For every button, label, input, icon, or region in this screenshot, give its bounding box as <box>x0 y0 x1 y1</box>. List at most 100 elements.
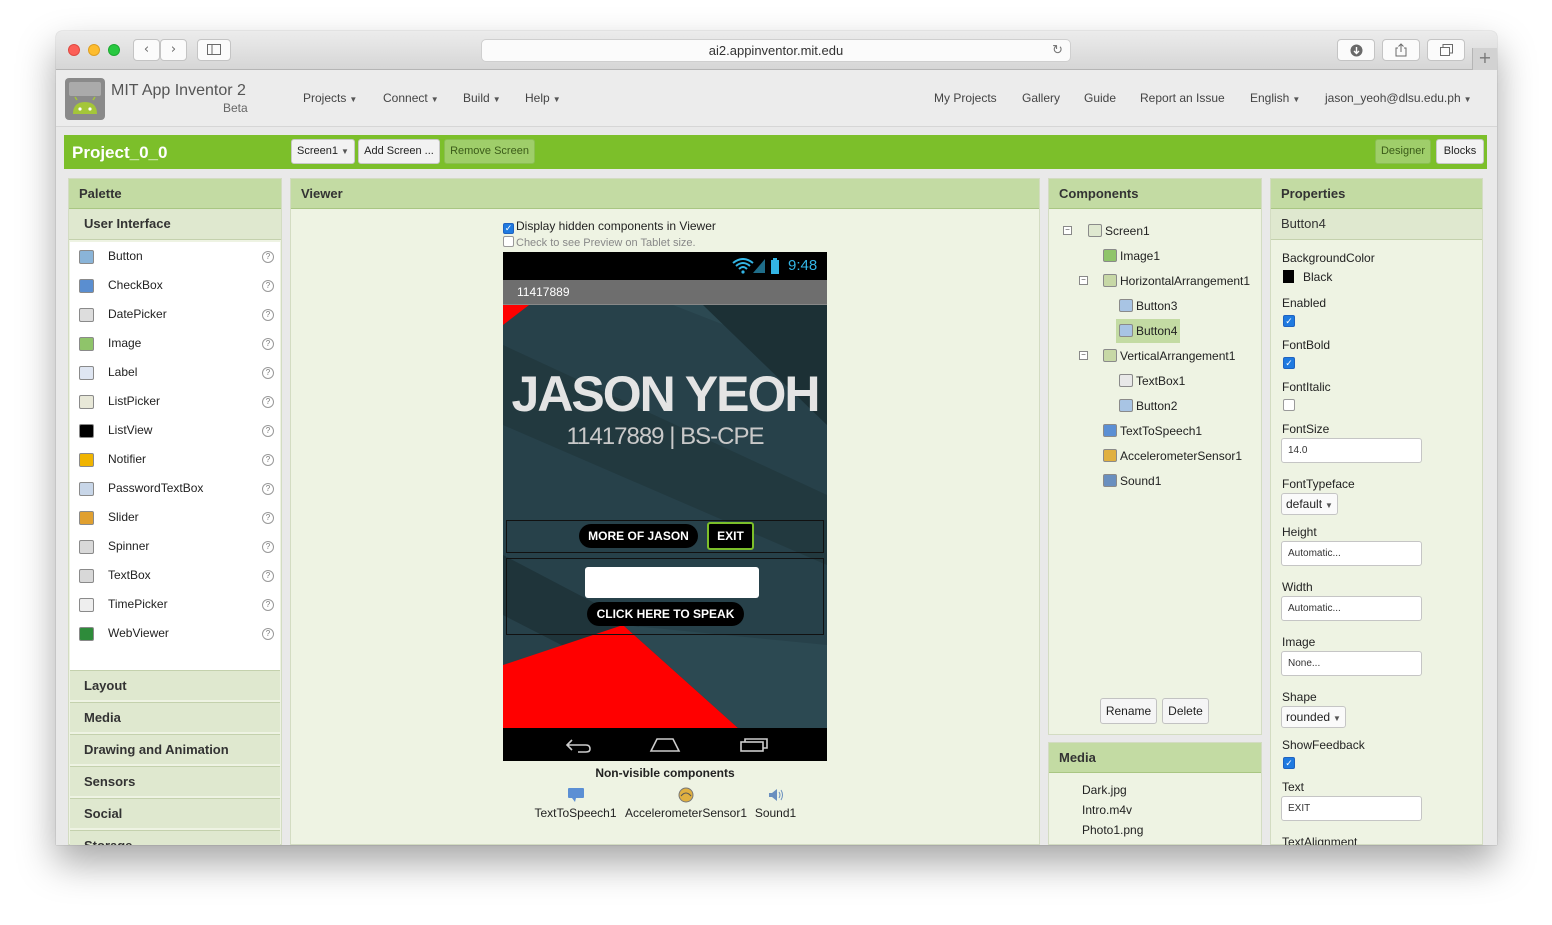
palette-category-drawing[interactable]: Drawing and Animation <box>70 734 280 764</box>
collapse-toggle-icon[interactable]: − <box>1063 226 1072 235</box>
close-window-button[interactable] <box>68 44 80 56</box>
recents-nav-icon[interactable] <box>739 737 769 753</box>
share-button[interactable] <box>1382 39 1420 61</box>
display-hidden-checkbox[interactable]: ✓ <box>503 223 514 234</box>
help-icon[interactable]: ? <box>262 251 274 263</box>
rename-button[interactable]: Rename <box>1100 698 1157 724</box>
help-icon[interactable]: ? <box>262 570 274 582</box>
palette-item-checkbox[interactable]: CheckBox? <box>70 271 280 300</box>
prop-backgroundcolor-value[interactable]: Black <box>1283 270 1332 284</box>
media-file[interactable]: Photo1.png <box>1082 823 1143 837</box>
media-file[interactable]: Dark.jpg <box>1082 783 1127 797</box>
nonvisible-sound[interactable]: Sound1 <box>753 787 798 820</box>
nav-projects[interactable]: Projects ▼ <box>303 91 357 105</box>
nonvisible-accelerometer[interactable]: AccelerometerSensor1 <box>623 787 749 820</box>
back-button[interactable]: ‹ <box>133 39 160 61</box>
prop-fontsize-input[interactable]: 14.0 <box>1281 438 1422 463</box>
language-menu[interactable]: English ▼ <box>1250 91 1300 105</box>
palette-item-button[interactable]: Button? <box>70 242 280 271</box>
help-icon[interactable]: ? <box>262 541 274 553</box>
user-menu[interactable]: jason_yeoh@dlsu.edu.ph ▼ <box>1325 91 1472 105</box>
palette-category-social[interactable]: Social <box>70 798 280 828</box>
tabs-button[interactable] <box>1427 39 1465 61</box>
prop-text-input[interactable]: EXIT <box>1281 796 1422 821</box>
new-tab-button[interactable]: + <box>1472 48 1497 70</box>
component-node-accelerometersensor1[interactable]: AccelerometerSensor1 <box>1100 446 1245 466</box>
remove-screen-button[interactable]: Remove Screen <box>444 139 535 164</box>
prop-fontbold-checkbox[interactable]: ✓ <box>1283 357 1295 369</box>
palette-item-notifier[interactable]: Notifier? <box>70 445 280 474</box>
help-icon[interactable]: ? <box>262 396 274 408</box>
nav-help[interactable]: Help ▼ <box>525 91 561 105</box>
nav-report-issue[interactable]: Report an Issue <box>1140 91 1225 105</box>
display-hidden-option[interactable]: ✓ Display hidden components in Viewer <box>503 219 716 234</box>
palette-item-listpicker[interactable]: ListPicker? <box>70 387 280 416</box>
help-icon[interactable]: ? <box>262 483 274 495</box>
palette-item-slider[interactable]: Slider? <box>70 503 280 532</box>
home-nav-icon[interactable] <box>649 737 681 753</box>
component-node-image1[interactable]: Image1 <box>1100 246 1163 266</box>
exit-button[interactable]: EXIT <box>707 522 754 550</box>
component-node-verticalarrangement1[interactable]: VerticalArrangement1 <box>1100 346 1238 366</box>
prop-fonttypeface-select[interactable]: default ▼ <box>1281 493 1338 515</box>
textbox1-input[interactable] <box>585 567 759 598</box>
component-node-button2[interactable]: Button2 <box>1116 396 1180 416</box>
more-of-jason-button[interactable]: MORE OF JASON <box>579 524 698 548</box>
delete-button[interactable]: Delete <box>1162 698 1209 724</box>
collapse-toggle-icon[interactable]: − <box>1079 351 1088 360</box>
help-icon[interactable]: ? <box>262 599 274 611</box>
palette-category-user-interface[interactable]: User Interface <box>69 209 281 240</box>
component-node-texttospeech1[interactable]: TextToSpeech1 <box>1100 421 1205 441</box>
download-button[interactable] <box>1337 39 1375 61</box>
minimize-window-button[interactable] <box>88 44 100 56</box>
prop-height-input[interactable]: Automatic... <box>1281 541 1422 566</box>
palette-item-webviewer[interactable]: WebViewer? <box>70 619 280 648</box>
nav-guide[interactable]: Guide <box>1084 91 1116 105</box>
component-node-horizontalarrangement1[interactable]: HorizontalArrangement1 <box>1100 271 1253 291</box>
nav-build[interactable]: Build ▼ <box>463 91 501 105</box>
component-node-button3[interactable]: Button3 <box>1116 296 1180 316</box>
component-node-sound1[interactable]: Sound1 <box>1100 471 1164 491</box>
component-node-screen1[interactable]: Screen1 <box>1085 221 1153 241</box>
back-nav-icon[interactable] <box>564 737 592 753</box>
component-node-button4[interactable]: Button4 <box>1116 319 1181 343</box>
zoom-window-button[interactable] <box>108 44 120 56</box>
click-to-speak-button[interactable]: CLICK HERE TO SPEAK <box>587 602 744 626</box>
prop-showfeedback-checkbox[interactable]: ✓ <box>1283 757 1295 769</box>
screen-select[interactable]: Screen1 ▼ <box>291 139 355 164</box>
prop-fontitalic-checkbox[interactable] <box>1283 399 1295 411</box>
palette-category-media[interactable]: Media <box>70 702 280 732</box>
collapse-toggle-icon[interactable]: − <box>1079 276 1088 285</box>
help-icon[interactable]: ? <box>262 454 274 466</box>
sidebar-button[interactable] <box>197 39 231 61</box>
nav-gallery[interactable]: Gallery <box>1022 91 1060 105</box>
palette-item-textbox[interactable]: TextBox? <box>70 561 280 590</box>
palette-category-sensors[interactable]: Sensors <box>70 766 280 796</box>
palette-category-storage[interactable]: Storage <box>70 830 280 845</box>
palette-item-passwordtextbox[interactable]: PasswordTextBox? <box>70 474 280 503</box>
forward-button[interactable]: › <box>160 39 187 61</box>
tablet-preview-option[interactable]: Check to see Preview on Tablet size. <box>503 236 696 249</box>
help-icon[interactable]: ? <box>262 280 274 292</box>
help-icon[interactable]: ? <box>262 309 274 321</box>
palette-item-timepicker[interactable]: TimePicker? <box>70 590 280 619</box>
palette-item-spinner[interactable]: Spinner? <box>70 532 280 561</box>
url-bar[interactable]: ai2.appinventor.mit.edu ↻ <box>481 39 1071 62</box>
help-icon[interactable]: ? <box>262 338 274 350</box>
palette-item-image[interactable]: Image? <box>70 329 280 358</box>
prop-width-input[interactable]: Automatic... <box>1281 596 1422 621</box>
help-icon[interactable]: ? <box>262 512 274 524</box>
blocks-button[interactable]: Blocks <box>1436 139 1484 164</box>
component-node-textbox1[interactable]: TextBox1 <box>1116 371 1188 391</box>
help-icon[interactable]: ? <box>262 628 274 640</box>
help-icon[interactable]: ? <box>262 367 274 379</box>
palette-item-label[interactable]: Label? <box>70 358 280 387</box>
media-file[interactable]: Intro.m4v <box>1082 803 1132 817</box>
tablet-preview-checkbox[interactable] <box>503 236 514 247</box>
palette-item-datepicker[interactable]: DatePicker? <box>70 300 280 329</box>
prop-image-input[interactable]: None... <box>1281 651 1422 676</box>
palette-category-layout[interactable]: Layout <box>70 670 280 700</box>
add-screen-button[interactable]: Add Screen ... <box>358 139 440 164</box>
designer-button[interactable]: Designer <box>1375 139 1431 164</box>
nonvisible-speech[interactable]: TextToSpeech1 <box>533 787 618 820</box>
